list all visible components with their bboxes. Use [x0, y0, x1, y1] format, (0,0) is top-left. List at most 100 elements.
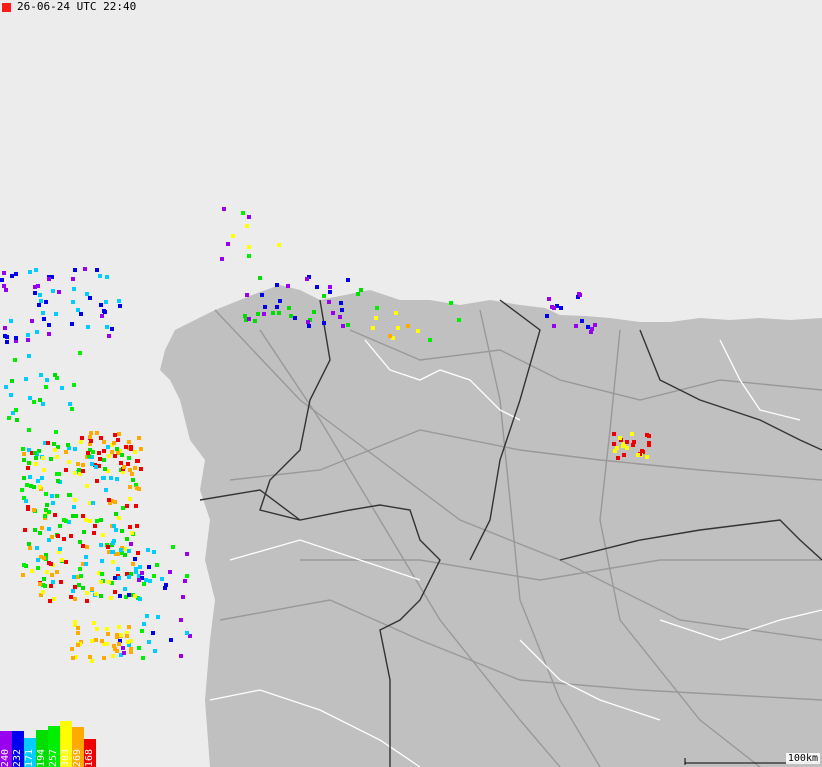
lightning-map[interactable] — [0, 0, 822, 767]
legend-bar: 257 — [48, 726, 60, 767]
strike-marker — [185, 552, 189, 556]
strike-marker — [45, 570, 49, 574]
strike-marker — [156, 615, 160, 619]
strike-marker — [15, 418, 19, 422]
strike-marker — [137, 436, 141, 440]
strike-marker — [388, 334, 392, 338]
strike-marker — [118, 304, 122, 308]
strike-marker — [14, 272, 18, 276]
strike-marker — [121, 646, 125, 650]
strike-marker — [625, 446, 629, 450]
strike-marker — [130, 531, 134, 535]
strike-marker — [328, 285, 332, 289]
strike-marker — [0, 278, 4, 282]
strike-marker — [123, 553, 127, 557]
strike-marker — [258, 276, 262, 280]
strike-marker — [71, 589, 75, 593]
strike-marker — [375, 306, 379, 310]
strike-marker — [27, 542, 31, 546]
strike-marker — [28, 396, 32, 400]
strike-marker — [277, 311, 281, 315]
strike-marker — [322, 321, 326, 325]
strike-marker — [133, 594, 137, 598]
strike-marker — [43, 514, 47, 518]
strike-marker — [53, 513, 57, 517]
strike-marker — [73, 471, 77, 475]
strike-marker — [346, 278, 350, 282]
strike-marker — [76, 643, 80, 647]
strike-marker — [36, 479, 40, 483]
strike-marker — [135, 459, 139, 463]
legend-bar: 232 — [12, 731, 24, 767]
strike-marker — [26, 507, 30, 511]
strike-marker — [81, 544, 85, 548]
strike-marker — [307, 324, 311, 328]
strike-marker — [113, 576, 117, 580]
strike-marker — [102, 656, 106, 660]
strike-marker — [103, 467, 107, 471]
strike-marker — [340, 308, 344, 312]
strike-marker — [74, 514, 78, 518]
strike-marker — [81, 514, 85, 518]
strike-marker — [104, 488, 108, 492]
strike-marker — [85, 599, 89, 603]
strike-marker — [85, 591, 89, 595]
strike-marker — [328, 290, 332, 294]
strike-marker — [51, 580, 55, 584]
strike-marker — [331, 311, 335, 315]
strike-marker — [120, 453, 124, 457]
strike-marker — [99, 543, 103, 547]
strike-marker — [77, 468, 81, 472]
strike-marker — [38, 293, 42, 297]
strike-marker — [41, 311, 45, 315]
strike-marker — [128, 485, 132, 489]
strike-marker — [92, 621, 96, 625]
strike-marker — [226, 242, 230, 246]
strike-marker — [114, 512, 118, 516]
strike-marker — [22, 458, 26, 462]
strike-marker — [245, 293, 249, 297]
strike-marker — [60, 386, 64, 390]
strike-marker — [612, 442, 616, 446]
strike-marker — [286, 284, 290, 288]
strike-marker — [23, 528, 27, 532]
strike-marker — [51, 501, 55, 505]
strike-marker — [33, 291, 37, 295]
strike-marker — [69, 595, 73, 599]
strike-marker — [14, 408, 18, 412]
legend-bar: 269 — [72, 727, 84, 767]
strike-marker — [3, 326, 7, 330]
strike-marker — [27, 461, 31, 465]
strike-marker — [101, 476, 105, 480]
strike-marker — [102, 440, 106, 444]
strike-marker — [64, 468, 68, 472]
strike-marker — [127, 440, 131, 444]
strike-marker — [111, 654, 115, 658]
strike-marker — [645, 455, 649, 459]
strike-marker — [90, 659, 94, 663]
strike-marker — [151, 631, 155, 635]
strike-marker — [25, 483, 29, 487]
strike-marker — [85, 545, 89, 549]
strike-marker — [78, 351, 82, 355]
strike-marker — [133, 450, 137, 454]
legend-count: 269 — [72, 748, 83, 767]
strike-marker — [111, 541, 115, 545]
strike-marker — [153, 649, 157, 653]
strike-marker — [306, 320, 310, 324]
strike-marker — [73, 447, 77, 451]
strike-marker — [95, 479, 99, 483]
strike-marker — [4, 288, 8, 292]
strike-marker — [64, 560, 68, 564]
strike-marker — [374, 316, 378, 320]
strike-marker — [89, 431, 93, 435]
strike-marker — [129, 445, 133, 449]
strike-marker — [56, 479, 60, 483]
strike-marker — [139, 447, 143, 451]
strike-marker — [107, 454, 111, 458]
strike-marker — [28, 546, 32, 550]
strike-marker — [106, 445, 110, 449]
strike-marker — [148, 579, 152, 583]
strike-marker — [10, 379, 14, 383]
strike-marker — [100, 559, 104, 563]
